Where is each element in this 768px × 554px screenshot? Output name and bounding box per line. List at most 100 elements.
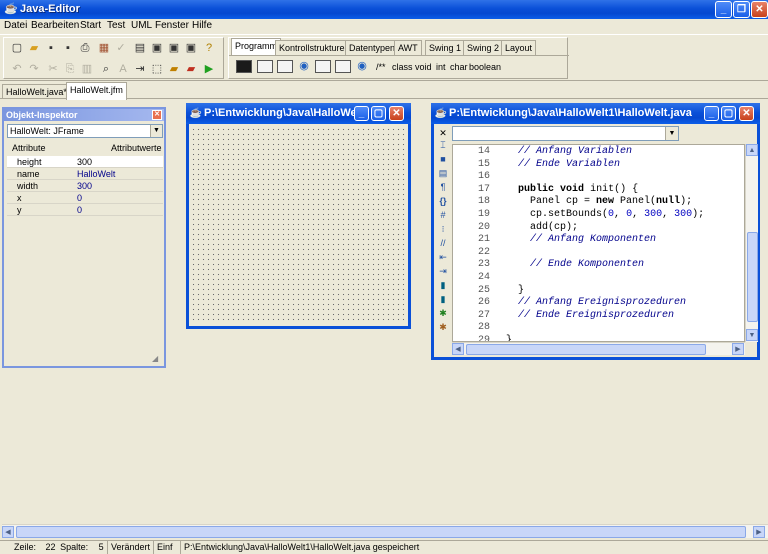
inspector-row-x[interactable]: x 0 [7,192,163,204]
undo-icon[interactable]: ↶ [10,62,24,76]
applet-template-icon[interactable]: ◉ [297,59,311,73]
code-line[interactable]: 16 [453,171,506,183]
designer-maximize-button[interactable]: ▢ [371,106,386,121]
code-line[interactable]: 25 } [453,285,524,297]
menu-datei[interactable]: Datei [4,20,27,31]
breakpoint-icon[interactable]: ▰ [167,62,181,76]
inspector-row-name[interactable]: name HalloWelt [7,168,163,180]
design-grid-canvas[interactable] [191,127,406,323]
bug2-icon[interactable]: ✱ [437,322,449,333]
menu-test[interactable]: Test [107,20,125,31]
jframe-template-icon[interactable] [315,60,331,73]
hash-icon[interactable]: # [437,210,449,221]
vertical-scroll-thumb[interactable] [747,232,758,322]
horizontal-scroll-thumb[interactable] [466,344,706,355]
class-icon[interactable]: ■ [437,154,449,165]
code-line[interactable]: 26 // Anfang Ereignisprozeduren [453,297,686,309]
indent-icon[interactable]: ⇥ [133,62,147,76]
code-line[interactable]: 29} [453,335,512,341]
attr-value[interactable]: HalloWelt [77,168,115,180]
paragraph-icon[interactable]: ¶ [437,182,449,193]
scroll-up-icon[interactable]: ▲ [746,144,758,156]
indent-icon[interactable]: ⇤ [437,252,449,263]
japplet-template-icon[interactable]: ◉ [355,59,369,73]
tab-layout[interactable]: Layout [501,40,537,55]
code-line[interactable]: 21 // Anfang Komponenten [453,234,656,246]
menu-start[interactable]: Start [80,20,101,31]
attr-value[interactable]: 300 [77,156,92,168]
paste-icon[interactable]: ▥ [80,62,94,76]
bug-icon[interactable]: ✱ [437,308,449,319]
braces-icon[interactable]: {} [437,196,449,207]
close-button[interactable]: ✕ [751,1,768,18]
chevron-down-icon[interactable]: ▼ [150,125,162,137]
kw-void[interactable]: void [415,62,432,72]
kw-comment[interactable]: /** [376,62,386,72]
code-line[interactable]: 14 // Anfang Variablen [453,146,632,158]
save-icon[interactable]: ▪ [44,41,58,55]
designer-minimize-button[interactable]: _ [354,106,369,121]
code-line[interactable]: 18 Panel cp = new Panel(null); [453,196,692,208]
comment-icon[interactable]: // [437,238,449,249]
kw-char[interactable]: char [450,62,468,72]
tab-programm[interactable]: Programm [231,38,282,55]
attr-value[interactable]: 0 [77,204,82,216]
tab-awt[interactable]: AWT [394,40,422,55]
kw-boolean[interactable]: boolean [469,62,501,72]
main-horizontal-scrollbar[interactable]: ◀ ▶ [2,524,768,538]
bracket-icon[interactable]: ⌶ [437,140,449,151]
editor-maximize-button[interactable]: ▢ [721,106,736,121]
code-line[interactable]: 20 add(cp); [453,222,578,234]
editor-minimize-button[interactable]: _ [704,106,719,121]
list-icon[interactable]: ▤ [437,168,449,179]
designer-close-button[interactable]: ✕ [389,106,404,121]
dialog-template-icon[interactable] [277,60,293,73]
redo-icon[interactable]: ↷ [27,62,41,76]
editor-horizontal-scrollbar[interactable]: ◀ ▶ [452,342,745,355]
tab-swing1[interactable]: Swing 1 [425,40,466,55]
frame-icon[interactable]: ▤ [133,41,147,55]
code-line[interactable]: 24 [453,272,506,284]
resize-grip-icon[interactable]: ◢ [152,354,162,364]
check-icon[interactable]: ✓ [114,41,128,55]
scroll-right-icon[interactable]: ▶ [753,526,765,538]
inspector-close-icon[interactable]: ✕ [152,110,162,120]
applet-icon[interactable]: ▣ [150,41,164,55]
code-line[interactable]: 15 // Ende Variablen [453,159,620,171]
inspector-row-height[interactable]: height 300 [7,156,163,168]
menu-fenster[interactable]: Fenster [155,20,189,31]
select-icon[interactable]: ⬚ [150,62,164,76]
tab-swing2[interactable]: Swing 2 [463,40,504,55]
new-file-icon[interactable]: ▢ [10,41,24,55]
console-icon[interactable] [236,60,252,73]
book-icon[interactable]: ▮ [437,280,449,291]
print-icon[interactable]: ⎙ [78,41,92,55]
code-line[interactable]: 19 cp.setBounds(0, 0, 300, 300); [453,209,704,221]
help-icon[interactable]: ? [202,41,216,55]
menu-hilfe[interactable]: Hilfe [192,20,212,31]
main-scroll-thumb[interactable] [16,526,746,538]
book2-icon[interactable]: ▮ [437,294,449,305]
debug-icon[interactable]: ▰ [184,62,198,76]
editor-vertical-scrollbar[interactable]: ▲ ▼ [745,144,758,342]
menu-uml[interactable]: UML [131,20,152,31]
inspector-row-y[interactable]: y 0 [7,204,163,216]
kw-class[interactable]: class [392,62,413,72]
close-icon[interactable]: ✕ [437,128,449,139]
code-line[interactable]: 17 public void init() { [453,184,638,196]
menu-bearbeiten[interactable]: Bearbeiten [31,20,79,31]
scroll-left-icon[interactable]: ◀ [452,343,464,355]
dialog-icon[interactable]: ▣ [167,41,181,55]
editor-close-button[interactable]: ✕ [739,106,754,121]
cut-icon[interactable]: ✂ [46,62,60,76]
tab-hallowelt-jfm[interactable]: HalloWelt.jfm [66,82,127,100]
tab-datentypen[interactable]: Datentypen [345,40,400,55]
scroll-right-icon[interactable]: ▶ [732,343,744,355]
restore-button[interactable]: ❐ [733,1,750,18]
object-select[interactable]: HalloWelt: JFrame ▼ [7,124,163,138]
tab-kontrollstrukturen[interactable]: Kontrollstrukturen [275,40,354,55]
scroll-down-icon[interactable]: ▼ [746,329,758,341]
attr-value[interactable]: 0 [77,192,82,204]
member-combo[interactable]: ▼ [452,126,679,141]
chevron-down-icon[interactable]: ▼ [665,127,678,140]
